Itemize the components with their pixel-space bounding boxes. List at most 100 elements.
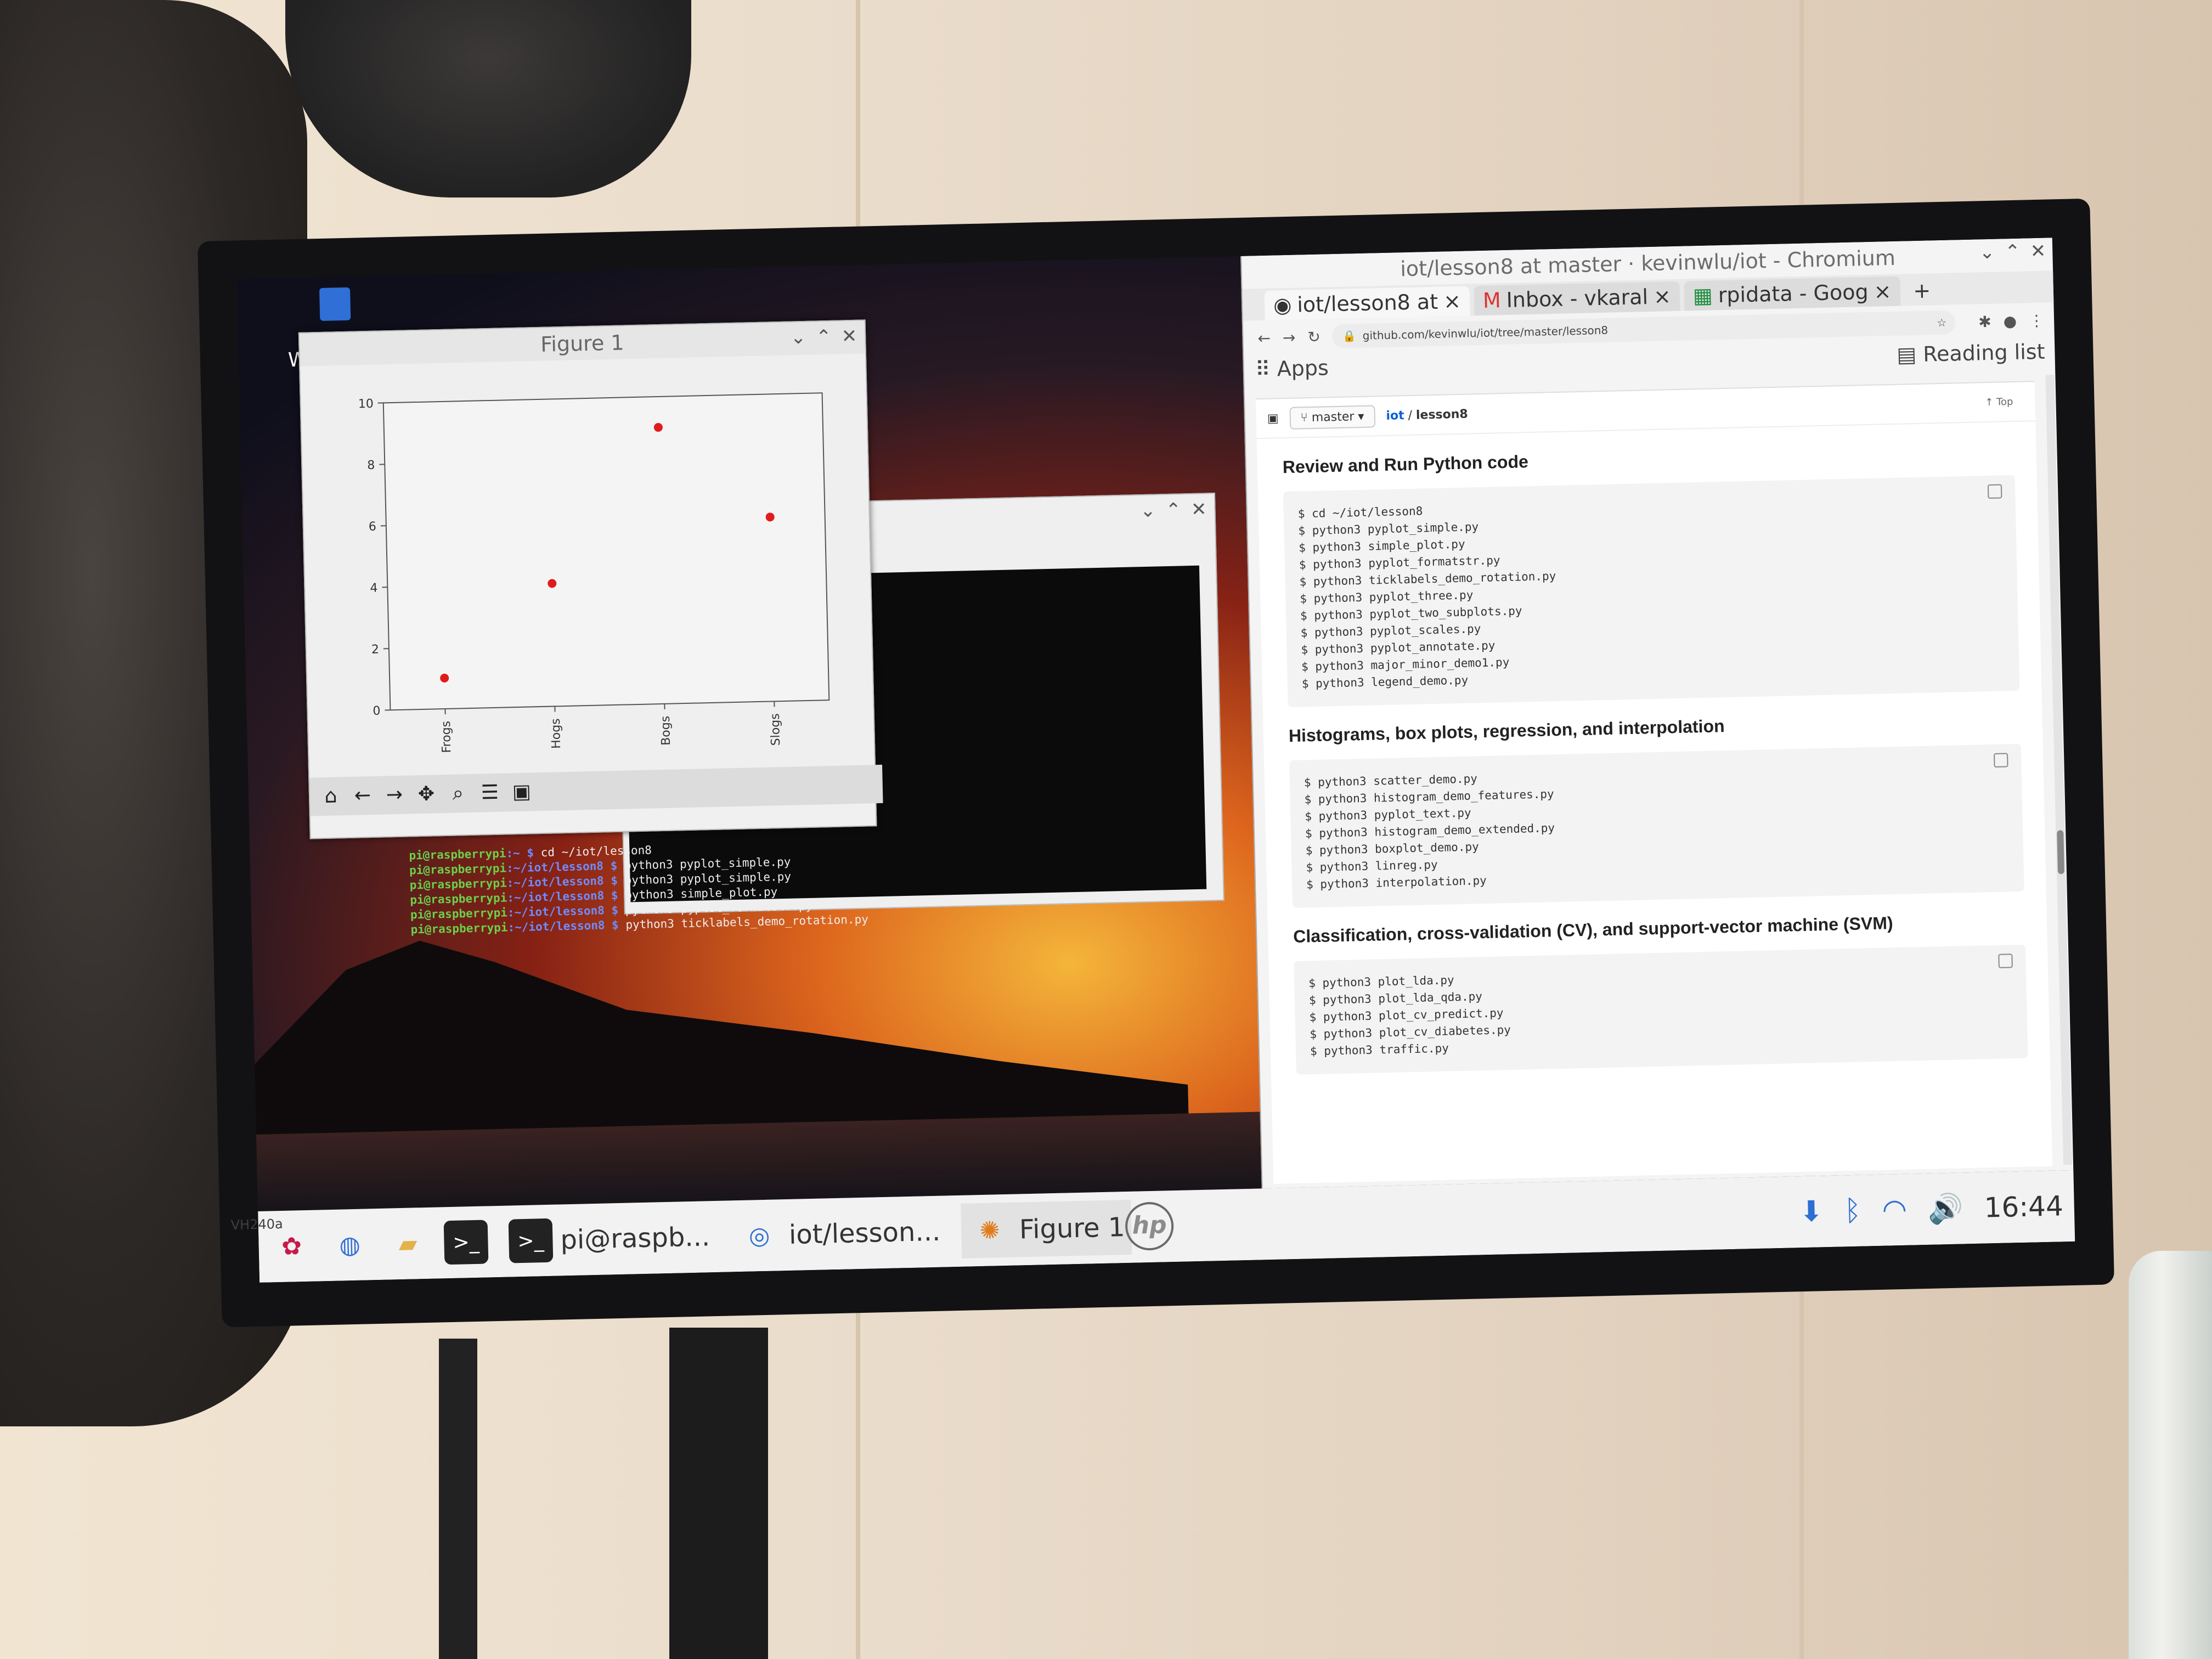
copy-icon[interactable] xyxy=(1994,753,2008,768)
y-tick-label: 8 xyxy=(367,459,375,472)
configure-icon[interactable]: ☰ xyxy=(476,780,503,806)
profile-icon[interactable]: ● xyxy=(2003,312,2017,330)
tab-close-icon[interactable]: × xyxy=(1443,289,1462,314)
back-icon[interactable]: ← xyxy=(1257,329,1271,347)
minimize-icon[interactable]: ⌄ xyxy=(1140,500,1156,522)
minimize-icon[interactable]: ⌄ xyxy=(1979,241,1995,264)
back-icon[interactable]: ← xyxy=(349,782,376,809)
plot-canvas[interactable]: 0 2 4 6 8 10 Frogs Hogs Bogs Slogs xyxy=(300,353,874,778)
copy-icon[interactable] xyxy=(1998,953,2013,968)
close-icon[interactable]: ✕ xyxy=(841,325,857,348)
scrollbar-thumb[interactable] xyxy=(2057,830,2065,874)
matplotlib-icon: ✺ xyxy=(979,1216,1001,1245)
close-icon[interactable]: ✕ xyxy=(1191,498,1207,521)
new-tab-button[interactable]: + xyxy=(1904,275,1940,306)
maximize-icon[interactable]: ⌃ xyxy=(816,326,832,348)
download-icon[interactable]: ⬇ xyxy=(1799,1195,1824,1228)
copy-icon[interactable] xyxy=(1987,484,2002,499)
code-block[interactable]: $ cd ~/iot/lesson8 $ python3 pyplot_simp… xyxy=(1283,475,2020,708)
sheets-icon: ▦ xyxy=(1692,283,1713,308)
terminal-icon: >_ xyxy=(508,1218,554,1263)
taskbar-item-chromium[interactable]: ◎ iot/lesson... xyxy=(730,1204,947,1263)
browser-window-title: iot/lesson8 at master · kevinwlu/iot - C… xyxy=(1400,245,1896,281)
y-tick-label: 0 xyxy=(373,704,381,718)
tab-label: rpidata - Goog xyxy=(1718,279,1869,308)
section-heading: Histograms, box plots, regression, and i… xyxy=(1288,716,1725,746)
system-tray: ⬇ ᛒ ◠ 🔊 16:44 xyxy=(1799,1189,2075,1229)
reload-icon[interactable]: ↻ xyxy=(1307,328,1321,346)
pan-icon[interactable]: ✥ xyxy=(413,781,439,808)
save-icon[interactable]: ▣ xyxy=(508,778,535,805)
scatter-chart: 0 2 4 6 8 10 Frogs Hogs Bogs Slogs xyxy=(358,392,830,753)
maximize-icon[interactable]: ⌃ xyxy=(2005,241,2021,263)
y-tick-label: 2 xyxy=(371,643,380,657)
breadcrumb: iot / lesson8 xyxy=(1386,407,1468,423)
wifi-icon[interactable]: ◠ xyxy=(1882,1193,1908,1227)
minimize-icon[interactable]: ⌄ xyxy=(790,326,806,349)
stand-leg xyxy=(439,1339,477,1659)
taskbar-item-label: iot/lesson... xyxy=(788,1216,941,1251)
clock[interactable]: 16:44 xyxy=(1984,1190,2063,1223)
plot-frame xyxy=(382,392,830,711)
tab-close-icon[interactable]: × xyxy=(1654,284,1672,309)
bookmark-star-icon[interactable]: ☆ xyxy=(1937,316,1946,329)
terminal-launcher-icon[interactable]: >_ xyxy=(443,1220,489,1265)
tab-close-icon[interactable]: × xyxy=(1874,279,1892,304)
url-text: github.com/kevinwlu/iot/tree/master/less… xyxy=(1362,323,1609,342)
forward-icon[interactable]: → xyxy=(1283,328,1296,347)
trash-icon[interactable] xyxy=(319,287,351,321)
gmail-icon: M xyxy=(1482,288,1502,313)
chromium-window[interactable]: iot/lesson8 at master · kevinwlu/iot - C… xyxy=(1240,238,2075,1189)
taskbar-item-label: pi@raspb... xyxy=(560,1221,710,1256)
forward-icon[interactable]: → xyxy=(381,782,408,809)
reading-list-button[interactable]: ▤ Reading list xyxy=(1897,340,2045,367)
maximize-icon[interactable]: ⌃ xyxy=(1165,499,1181,521)
tab-label: Inbox - vkaral xyxy=(1506,285,1649,312)
breadcrumb-repo-link[interactable]: iot xyxy=(1386,409,1404,423)
code-block[interactable]: $ python3 scatter_demo.py $ python3 hist… xyxy=(1289,743,2024,909)
model-label: VH240a xyxy=(230,1216,283,1233)
tab-rpidata[interactable]: ▦ rpidata - Goog × xyxy=(1684,276,1900,311)
monitor-stand xyxy=(669,1328,768,1659)
x-tick-label: Hogs xyxy=(549,718,563,749)
web-browser-icon[interactable]: ◍ xyxy=(328,1222,373,1267)
y-tick-label: 6 xyxy=(369,520,377,534)
code-block[interactable]: $ python3 plot_lda.py $ python3 plot_lda… xyxy=(1294,944,2028,1075)
file-tree-icon[interactable]: ▣ xyxy=(1267,411,1279,425)
apps-grid-icon: ⠿ xyxy=(1255,357,1278,382)
close-icon[interactable]: ✕ xyxy=(2030,240,2046,263)
file-manager-icon[interactable]: ▰ xyxy=(386,1221,431,1266)
taskbar-item-terminal[interactable]: >_ pi@raspb... xyxy=(501,1209,717,1269)
extensions-icon[interactable]: ✱ xyxy=(1978,312,1991,331)
breadcrumb-folder: lesson8 xyxy=(1415,407,1468,422)
branch-selector[interactable]: ⑂ master ▾ xyxy=(1289,404,1375,430)
lock-icon: 🔒 xyxy=(1342,329,1357,343)
zoom-icon[interactable]: ⌕ xyxy=(444,780,471,807)
screen: W on8 ⌄ ⌃ ✕ pi@raspberrypi:~ $ cd ~/iot/… xyxy=(236,238,2075,1283)
github-icon: ◉ xyxy=(1273,292,1292,318)
bluetooth-icon[interactable]: ᛒ xyxy=(1844,1194,1862,1228)
tab-label: iot/lesson8 at xyxy=(1296,289,1438,317)
home-icon[interactable]: ⌂ xyxy=(317,783,344,810)
repo-navbar: ▣ ⑂ master ▾ iot / lesson8 ↑ Top xyxy=(1256,382,2036,439)
figure-window[interactable]: Figure 1 ⌄ ⌃ ✕ 0 2 4 6 8 10 Frogs Hogs Bogs Slogs… xyxy=(298,319,883,839)
menu-icon[interactable]: ⋮ xyxy=(2029,311,2045,330)
chromium-icon: ◎ xyxy=(748,1221,770,1250)
branch-icon: ⑂ xyxy=(1300,410,1312,425)
tab-github[interactable]: ◉ iot/lesson8 at × xyxy=(1264,286,1470,320)
page-content[interactable]: ▣ ⑂ master ▾ iot / lesson8 ↑ Top Review … xyxy=(1255,381,2053,1184)
terminal-lines: pi@raspberrypi:~ $ cd ~/iot/lesson8 pi@r… xyxy=(409,838,868,938)
taskbar-item-label: Figure 1 xyxy=(1019,1212,1126,1245)
section-heading: Review and Run Python code xyxy=(1282,452,1529,477)
bookmark-apps[interactable]: ⠿ Apps xyxy=(1255,356,1329,381)
section-heading: Classification, cross-validation (CV), a… xyxy=(1293,913,1893,947)
volume-icon[interactable]: 🔊 xyxy=(1927,1192,1963,1226)
x-tick-label: Slogs xyxy=(769,713,783,746)
x-tick-label: Bogs xyxy=(659,716,673,746)
monitor: W on8 ⌄ ⌃ ✕ pi@raspberrypi:~ $ cd ~/iot/… xyxy=(198,198,2115,1328)
taskbar-item-figure[interactable]: ✺ Figure 1 xyxy=(960,1199,1132,1259)
water-bottle xyxy=(2129,1251,2212,1659)
y-tick-label: 4 xyxy=(370,582,378,595)
top-link[interactable]: ↑ Top xyxy=(1985,396,2013,408)
tab-inbox[interactable]: M Inbox - vkaral × xyxy=(1474,281,1680,316)
